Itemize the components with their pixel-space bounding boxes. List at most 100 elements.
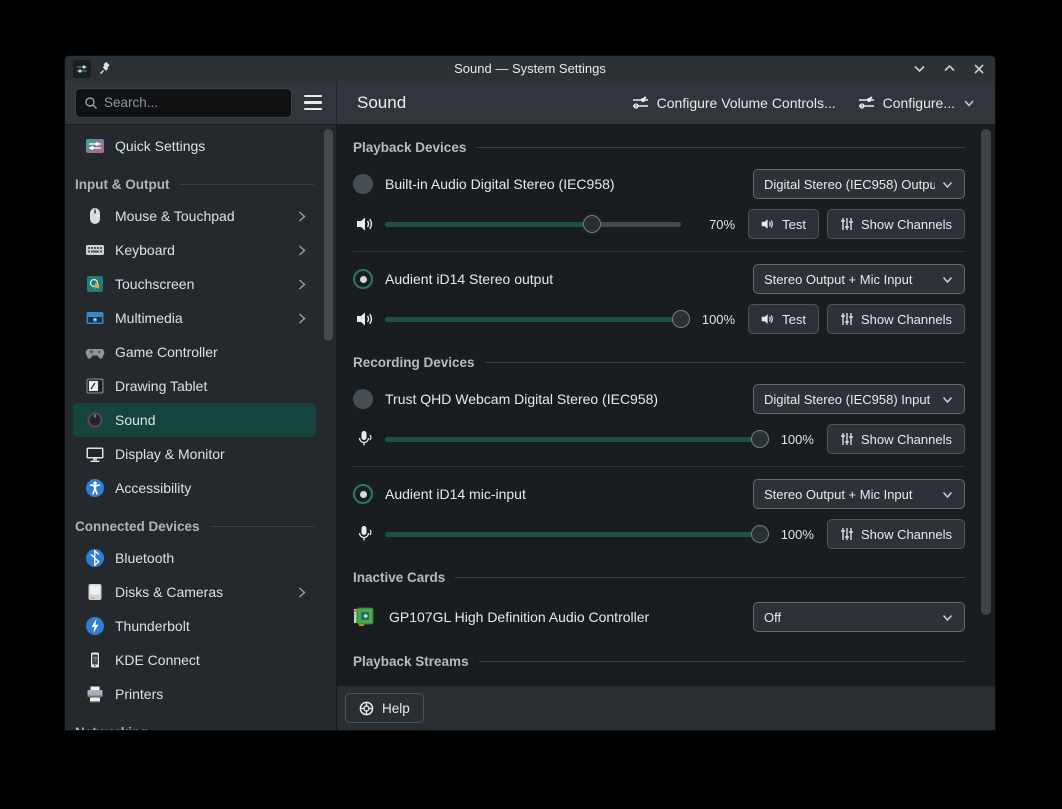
configure-sliders-icon	[858, 95, 875, 111]
device-name: Audient iD14 Stereo output	[385, 271, 553, 287]
sidebar-item-label: Accessibility	[115, 480, 191, 496]
maximize-icon[interactable]	[941, 61, 957, 77]
sidebar-item-bluetooth[interactable]: Bluetooth	[73, 541, 316, 575]
volume-slider[interactable]	[385, 524, 760, 544]
show-channels-button[interactable]: Show Channels	[827, 424, 965, 454]
sidebar: Quick Settings Input & OutputMouse & Touc…	[65, 125, 337, 730]
menu-icon[interactable]	[300, 90, 326, 116]
sidebar-item-sound[interactable]: Sound	[73, 403, 316, 437]
default-device-radio[interactable]	[353, 269, 373, 289]
device-row: Audient iD14 mic-input Stereo Output + M…	[353, 479, 965, 509]
profile-select[interactable]: Stereo Output + Mic Input	[753, 264, 965, 294]
sidebar-item-mouse-touchpad[interactable]: Mouse & Touchpad	[73, 199, 316, 233]
chevron-down-icon	[941, 273, 954, 286]
device-name: Audient iD14 mic-input	[385, 486, 526, 502]
device-name: Trust QHD Webcam Digital Stereo (IEC958)	[385, 391, 658, 407]
device-row: Built-in Audio Digital Stereo (IEC958) D…	[353, 169, 965, 199]
chevron-right-icon	[295, 586, 308, 599]
profile-select[interactable]: Stereo Output + Mic Input	[753, 479, 965, 509]
chevron-right-icon	[295, 210, 308, 223]
profile-select[interactable]: Digital Stereo (IEC958) Input	[753, 384, 965, 414]
test-button[interactable]: Test	[748, 209, 819, 239]
search-icon	[84, 96, 98, 110]
configure-volume-controls-label: Configure Volume Controls...	[657, 95, 836, 111]
sidebar-item-label: Display & Monitor	[115, 446, 225, 462]
show-channels-button[interactable]: Show Channels	[827, 304, 965, 334]
volume-percent: 100%	[768, 527, 814, 542]
show-channels-button[interactable]: Show Channels	[827, 519, 965, 549]
game-controller-icon	[85, 342, 105, 362]
chevron-right-icon	[295, 278, 308, 291]
sidebar-scrollbar[interactable]	[324, 129, 333, 341]
sidebar-item-display-monitor[interactable]: Display & Monitor	[73, 437, 316, 471]
sound-icon	[85, 410, 105, 430]
sidebar-section-input-output: Input & Output	[65, 169, 336, 199]
sidebar-item-keyboard[interactable]: Keyboard	[73, 233, 316, 267]
sidebar-item-quick-settings[interactable]: Quick Settings	[73, 129, 316, 163]
chevron-down-icon	[941, 488, 954, 501]
toolbar-left	[65, 81, 337, 124]
display-icon	[85, 444, 105, 464]
volume-slider[interactable]	[385, 429, 760, 449]
close-icon[interactable]	[971, 61, 987, 77]
quick-settings-icon	[85, 136, 105, 156]
chevron-down-icon	[941, 393, 954, 406]
volume-percent: 70%	[689, 217, 735, 232]
configure-button[interactable]: Configure...	[852, 91, 981, 115]
page-title: Sound	[357, 93, 406, 113]
sound-card-icon	[353, 606, 379, 628]
sidebar-item-label: Multimedia	[115, 310, 183, 326]
sidebar-item-accessibility[interactable]: Accessibility	[73, 471, 316, 505]
show-channels-button[interactable]: Show Channels	[827, 209, 965, 239]
default-device-radio[interactable]	[353, 174, 373, 194]
volume-row: 100% Show Channels	[353, 519, 965, 549]
sidebar-item-multimedia[interactable]: Multimedia	[73, 301, 316, 335]
chevron-down-icon	[963, 97, 975, 109]
microphone-icon	[353, 430, 377, 448]
configure-label: Configure...	[883, 95, 955, 111]
device-row: Audient iD14 Stereo output Stereo Output…	[353, 264, 965, 294]
default-device-radio[interactable]	[353, 389, 373, 409]
sidebar-item-thunderbolt[interactable]: Thunderbolt	[73, 609, 316, 643]
playback-streams-header: Playback Streams	[353, 651, 965, 671]
sidebar-section-connected-devices: Connected Devices	[65, 511, 336, 541]
system-settings-window: Sound — System Settings Sound	[64, 55, 996, 731]
test-button[interactable]: Test	[748, 304, 819, 334]
sidebar-item-game-controller[interactable]: Game Controller	[73, 335, 316, 369]
sidebar-item-label: Game Controller	[115, 344, 218, 360]
pin-icon[interactable]	[99, 62, 112, 75]
search-box[interactable]	[75, 88, 292, 118]
recording-devices-header: Recording Devices	[353, 352, 965, 372]
help-label: Help	[382, 701, 410, 716]
help-button[interactable]: Help	[345, 693, 424, 723]
profile-select[interactable]: Digital Stereo (IEC958) Output	[753, 169, 965, 199]
volume-slider[interactable]	[385, 309, 681, 329]
default-device-radio[interactable]	[353, 484, 373, 504]
channels-icon	[840, 432, 854, 446]
kde-connect-icon: ?	[85, 650, 105, 670]
titlebar[interactable]: Sound — System Settings	[65, 56, 995, 81]
divider	[353, 251, 965, 252]
sidebar-item-label: Touchscreen	[115, 276, 194, 292]
card-profile-select[interactable]: Off	[753, 602, 965, 632]
sidebar-item-touchscreen[interactable]: Touchscreen	[73, 267, 316, 301]
inactive-cards-header: Inactive Cards	[353, 567, 965, 587]
accessibility-icon	[85, 478, 105, 498]
sidebar-item-drawing-tablet[interactable]: Drawing Tablet	[73, 369, 316, 403]
drawing-tablet-icon	[85, 376, 105, 396]
speaker-icon	[353, 310, 377, 328]
volume-slider[interactable]	[385, 214, 681, 234]
sidebar-item-printers[interactable]: Printers	[73, 677, 316, 711]
search-input[interactable]	[104, 95, 283, 110]
divider	[353, 466, 965, 467]
content-scrollbar[interactable]	[981, 129, 991, 615]
configure-volume-controls-button[interactable]: Configure Volume Controls...	[626, 91, 842, 115]
card-name: GP107GL High Definition Audio Controller	[389, 609, 649, 625]
sidebar-item-disks-cameras[interactable]: Disks & Cameras	[73, 575, 316, 609]
volume-row: 100% Show Channels	[353, 424, 965, 454]
sidebar-item-label: Keyboard	[115, 242, 175, 258]
toolbar-right: Sound Configure Volume Controls... Confi…	[337, 81, 995, 124]
minimize-icon[interactable]	[911, 61, 927, 77]
sidebar-item-kde-connect[interactable]: ?KDE Connect	[73, 643, 316, 677]
speaker-icon	[761, 217, 775, 231]
